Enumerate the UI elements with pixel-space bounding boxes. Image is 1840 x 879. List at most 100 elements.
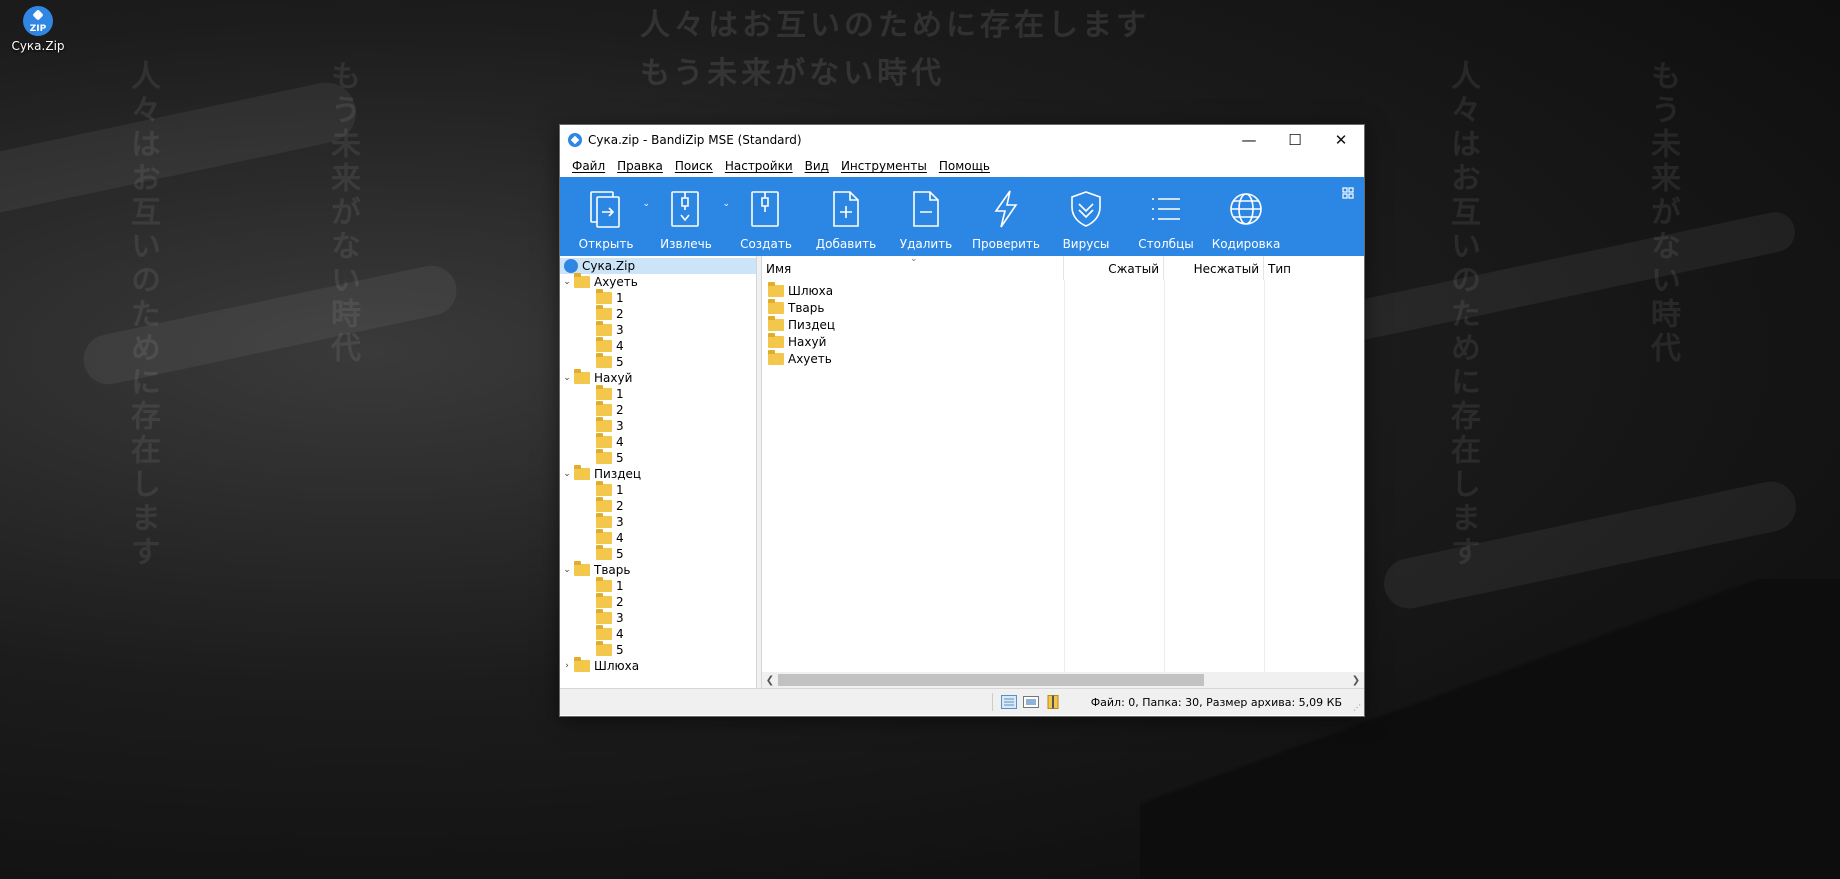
test-button[interactable]: Проверить (966, 177, 1046, 256)
folder-icon (596, 417, 612, 432)
status-bar: Файл: 0, Папка: 30, Размер архива: 5,09 … (560, 688, 1364, 715)
chevron-down-icon[interactable]: ⌄ (560, 373, 574, 383)
tree-subfolder[interactable]: 2 (560, 305, 756, 322)
desktop-zip-shortcut[interactable]: ZIP Сука.Zip (8, 6, 68, 53)
virus-scan-button[interactable]: Вирусы (1046, 177, 1126, 256)
tree-subfolder[interactable]: 3 (560, 609, 756, 626)
folder-icon (768, 298, 784, 314)
folder-icon (574, 273, 590, 288)
tree-subfolder-label: 1 (616, 483, 624, 497)
tree-subfolder-label: 4 (616, 627, 624, 641)
tree-subfolder[interactable]: 1 (560, 577, 756, 594)
menu-search[interactable]: Поиск (669, 159, 719, 173)
close-button[interactable]: ✕ (1318, 125, 1364, 155)
tree-subfolder[interactable]: 3 (560, 321, 756, 338)
tree-subfolder[interactable]: 4 (560, 529, 756, 546)
tree-subfolder[interactable]: 2 (560, 497, 756, 514)
menu-edit[interactable]: Правка (611, 159, 669, 173)
column-header-type[interactable]: Тип (1264, 256, 1364, 280)
column-header-packed[interactable]: Сжатый (1064, 256, 1164, 280)
tree-subfolder[interactable]: 4 (560, 433, 756, 450)
details-view-icon[interactable] (1000, 695, 1017, 709)
scroll-left-icon[interactable]: ❮ (762, 675, 778, 686)
tree-folder[interactable]: ⌄ Нахуй (560, 369, 756, 386)
chevron-down-icon[interactable]: ⌄ (560, 565, 574, 575)
tree-folder[interactable]: ⌄ Ахуеть (560, 273, 756, 290)
tree-folder[interactable]: › Шлюха (560, 657, 756, 674)
tree-subfolder[interactable]: 1 (560, 481, 756, 498)
tree-subfolder[interactable]: 4 (560, 337, 756, 354)
scroll-right-icon[interactable]: ❯ (1348, 675, 1364, 686)
maximize-button[interactable]: ☐ (1272, 125, 1318, 155)
add-button[interactable]: Добавить (806, 177, 886, 256)
create-label: Создать (740, 237, 792, 251)
tree-subfolder-label: 4 (616, 531, 624, 545)
minimize-button[interactable]: — (1226, 125, 1272, 155)
tree-folder-label: Нахуй (594, 371, 633, 385)
preview-view-icon[interactable] (1022, 695, 1039, 709)
desktop-icon-label: Сука.Zip (11, 39, 65, 53)
folder-icon (596, 305, 612, 320)
folder-icon (596, 625, 612, 640)
tree-folder-label: Пиздец (594, 467, 642, 481)
sort-chevron-icon: ⌄ (910, 254, 918, 264)
menu-tools[interactable]: Инструменты (835, 159, 933, 173)
columns-list-icon (1144, 187, 1188, 231)
tree-folder[interactable]: ⌄ Пиздец (560, 465, 756, 482)
tree-subfolder[interactable]: 5 (560, 641, 756, 658)
tree-subfolder[interactable]: 1 (560, 289, 756, 306)
folder-icon (596, 353, 612, 368)
tree-subfolder[interactable]: 5 (560, 545, 756, 562)
scroll-thumb[interactable] (778, 674, 1204, 686)
add-label: Добавить (815, 237, 877, 251)
list-item[interactable]: Ахуеть (762, 349, 1364, 367)
delete-file-icon (904, 187, 948, 231)
menu-settings[interactable]: Настройки (719, 159, 799, 173)
resize-grip-icon[interactable]: ⋰ (1353, 703, 1361, 712)
list-item[interactable]: Шлюха (762, 281, 1364, 299)
create-button[interactable]: Создать (726, 177, 806, 256)
column-header-size[interactable]: Несжатый (1164, 256, 1264, 280)
tree-subfolder[interactable]: 3 (560, 417, 756, 434)
list-item[interactable]: Нахуй (762, 332, 1364, 350)
menu-file[interactable]: Файл (566, 159, 611, 173)
encoding-button[interactable]: Кодировка (1206, 177, 1286, 256)
folder-icon (596, 289, 612, 304)
chevron-down-icon[interactable]: ⌄ (560, 469, 574, 479)
delete-button[interactable]: Удалить (886, 177, 966, 256)
list-item[interactable]: Пиздец (762, 315, 1364, 333)
archive-info-icon[interactable] (1045, 695, 1061, 709)
folder-icon (768, 315, 784, 331)
menu-help[interactable]: Помощь (933, 159, 996, 173)
tree-subfolder[interactable]: 3 (560, 513, 756, 530)
toolbar: Открыть ⌄ Извлечь ⌄ Создать Добавить Уда… (560, 177, 1364, 256)
encoding-label: Кодировка (1211, 237, 1281, 251)
folder-icon (596, 497, 612, 512)
columns-button[interactable]: Столбцы (1126, 177, 1206, 256)
archive-icon (564, 259, 578, 273)
tree-subfolder-label: 4 (616, 435, 624, 449)
chevron-down-icon[interactable]: ⌄ (560, 277, 574, 287)
tree-subfolder[interactable]: 5 (560, 353, 756, 370)
horizontal-scrollbar[interactable]: ❮ ❯ (762, 672, 1364, 688)
title-bar[interactable]: Сука.zip - BandiZip MSE (Standard) — ☐ ✕ (560, 125, 1364, 155)
extract-button[interactable]: Извлечь ⌄ (646, 177, 730, 256)
list-item-name: Шлюха (788, 283, 834, 298)
tree-subfolder[interactable]: 2 (560, 593, 756, 610)
tree-folder[interactable]: ⌄ Тварь (560, 561, 756, 578)
folder-icon (596, 433, 612, 448)
tree-subfolder[interactable]: 1 (560, 385, 756, 402)
list-header: ⌄ Имя Сжатый Несжатый Тип (762, 254, 1364, 280)
tree-subfolder[interactable]: 2 (560, 401, 756, 418)
tree-subfolder[interactable]: 4 (560, 625, 756, 642)
folder-icon (596, 321, 612, 336)
chevron-right-icon[interactable]: › (560, 661, 574, 671)
folder-icon (596, 401, 612, 416)
list-item[interactable]: Тварь (762, 298, 1364, 316)
tree-subfolder-label: 1 (616, 579, 624, 593)
layout-toggle-icon[interactable] (1342, 187, 1354, 202)
tree-subfolder[interactable]: 5 (560, 449, 756, 466)
menu-view[interactable]: Вид (799, 159, 835, 173)
open-button[interactable]: Открыть ⌄ (566, 177, 650, 256)
tree-root[interactable]: Сука.Zip (560, 258, 756, 274)
